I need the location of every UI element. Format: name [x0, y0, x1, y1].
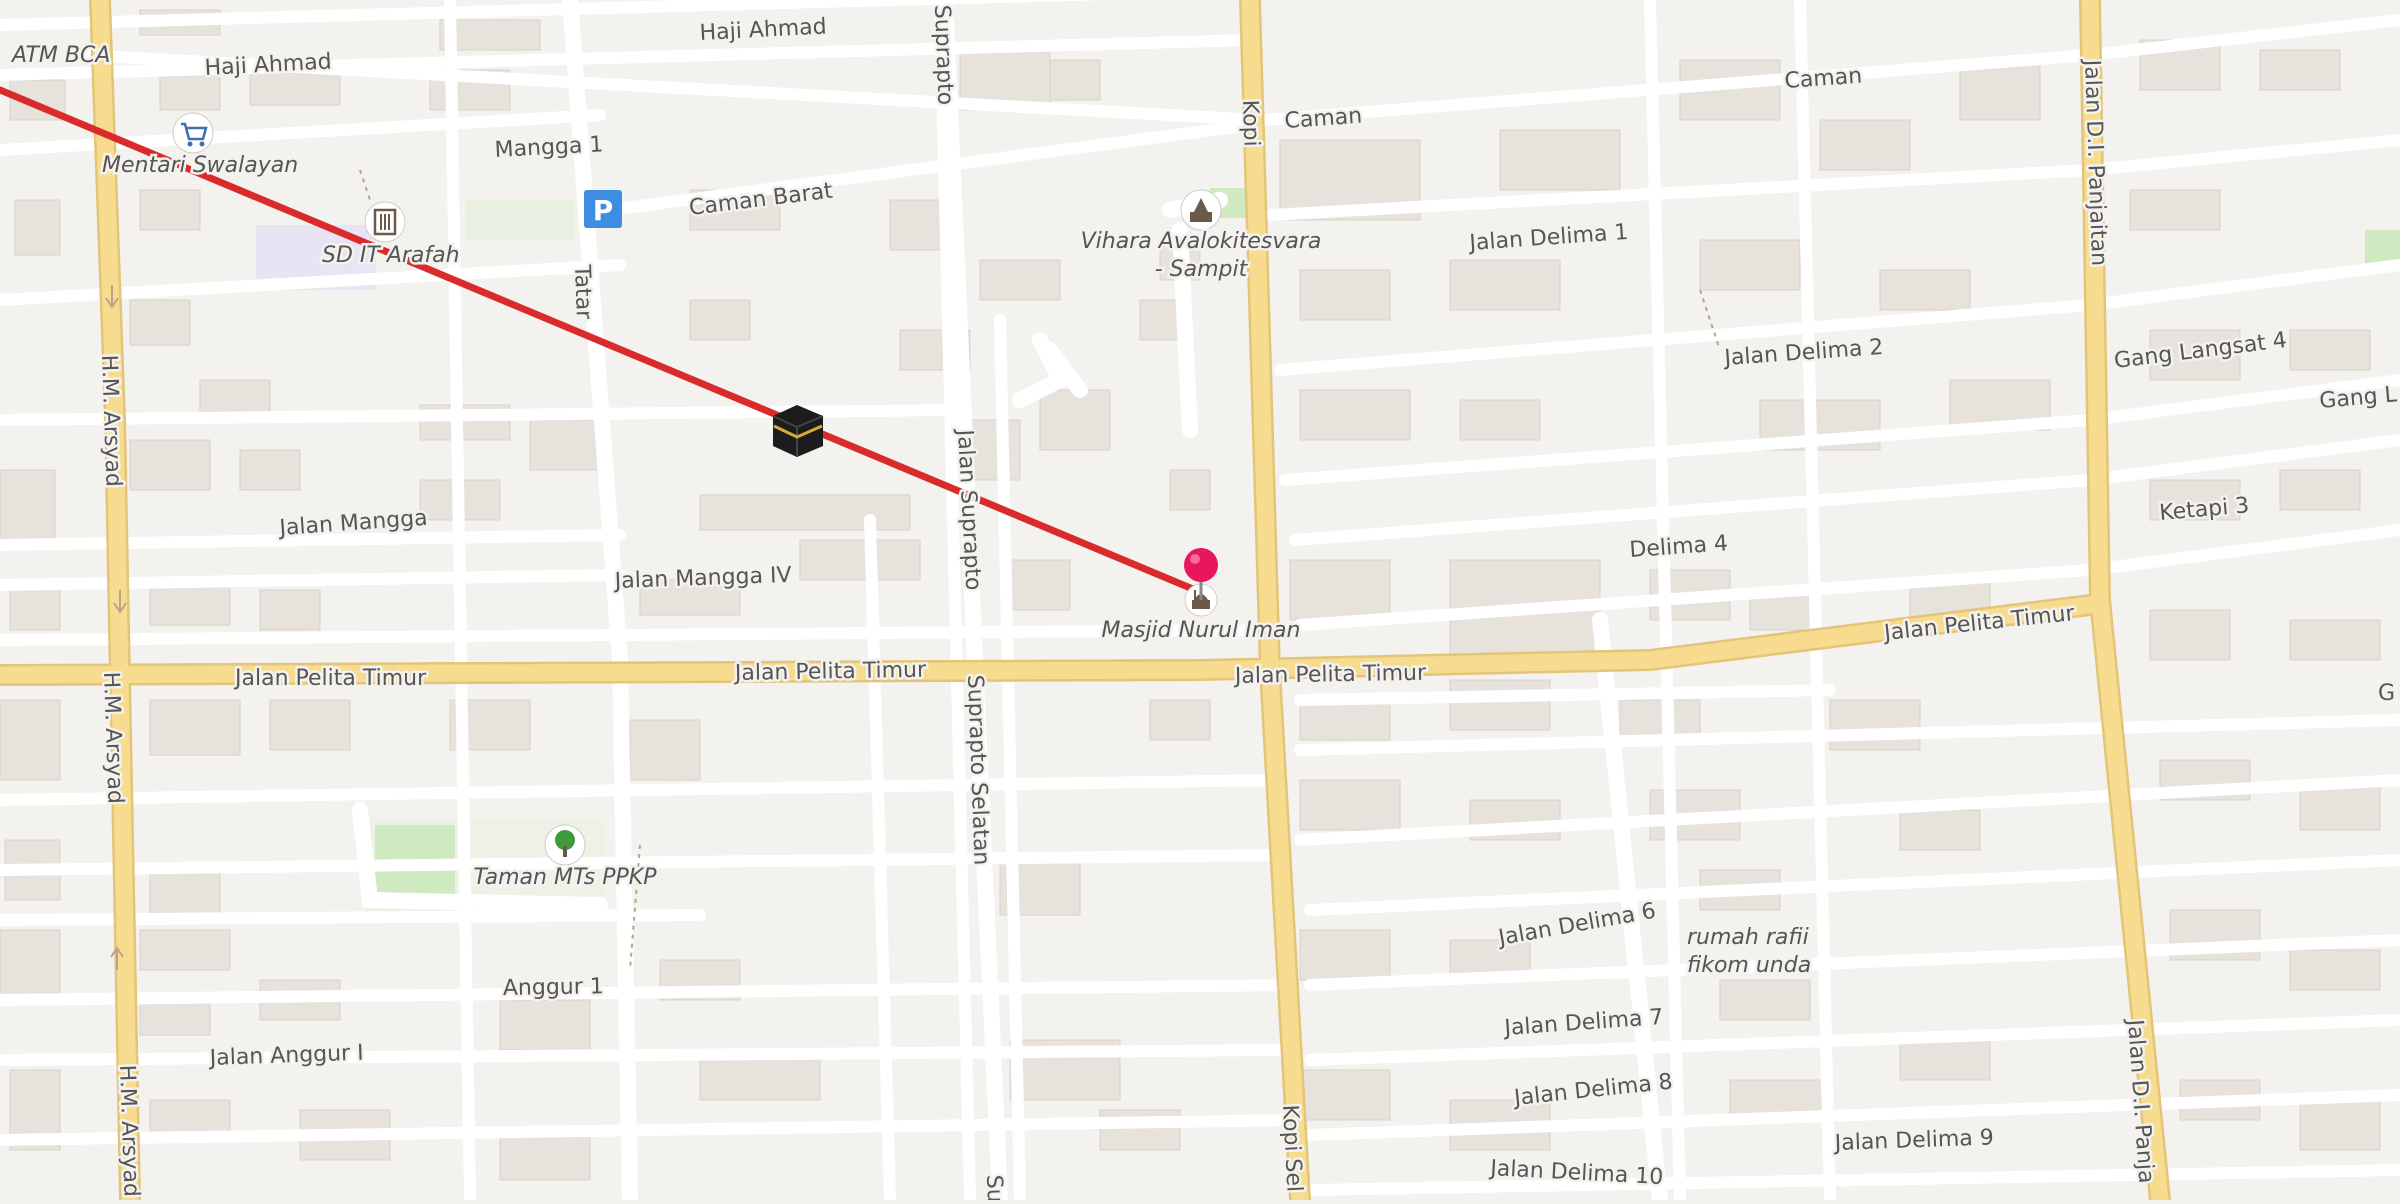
parking-symbol: P	[593, 194, 614, 227]
street-label-hm-arsyad-2: H.M. Arsyad	[98, 671, 128, 804]
poi-parking[interactable]: P	[584, 190, 622, 228]
poi-label-masjid-nurul-iman: Masjid Nurul Iman	[1102, 618, 1301, 643]
street-label-hm-arsyad-3: H.M. Arsyad	[114, 1064, 144, 1197]
street-label-kopi-selatan: Kopi Sel	[1277, 1104, 1307, 1193]
street-label-suprapto-top: Suprapto	[929, 4, 957, 105]
shopping-cart-icon	[172, 112, 214, 154]
street-label-pelita-timur-1: Jalan Pelita Timur	[233, 666, 427, 691]
street-label-kopi-top: Kopi	[1237, 99, 1264, 147]
street-label-suprapto-selatan-2: Su	[981, 1174, 1007, 1200]
poi-label-atm-bca[interactable]: ATM BCA	[8, 41, 113, 71]
street-label-g-edge: G	[2378, 681, 2395, 706]
poi-label-taman-mts-ppkp: Taman MTs PPKP	[474, 865, 658, 890]
poi-label-sd-it-arafah: SD IT Arafah	[322, 243, 460, 268]
street-label-pelita-timur-2: Jalan Pelita Timur	[733, 658, 927, 686]
street-label-hm-arsyad-1: H.M. Arsyad	[96, 354, 126, 487]
street-label-anggur-1: Anggur 1	[503, 974, 604, 1001]
map-svg[interactable]: Haji Ahmad Haji Ahmad Mangga 1 Caman Bar…	[0, 0, 2400, 1204]
street-label-tatar: Tatar	[569, 263, 596, 320]
poi-label-rumah-line2: fikom unda	[1687, 953, 1811, 978]
poi-label-rumah-line1: rumah rafii	[1687, 925, 1809, 950]
map-canvas[interactable]: Haji Ahmad Haji Ahmad Mangga 1 Caman Bar…	[0, 0, 2400, 1204]
poi-label-vihara-line1: Vihara Avalokitesvara	[1081, 229, 1322, 254]
street-label-pelita-timur-3: Jalan Pelita Timur	[1233, 661, 1427, 689]
poi-label-mentari-swalayan: Mentari Swalayan	[102, 153, 298, 178]
poi-label-vihara-line2: - Sampit	[1155, 257, 1249, 282]
